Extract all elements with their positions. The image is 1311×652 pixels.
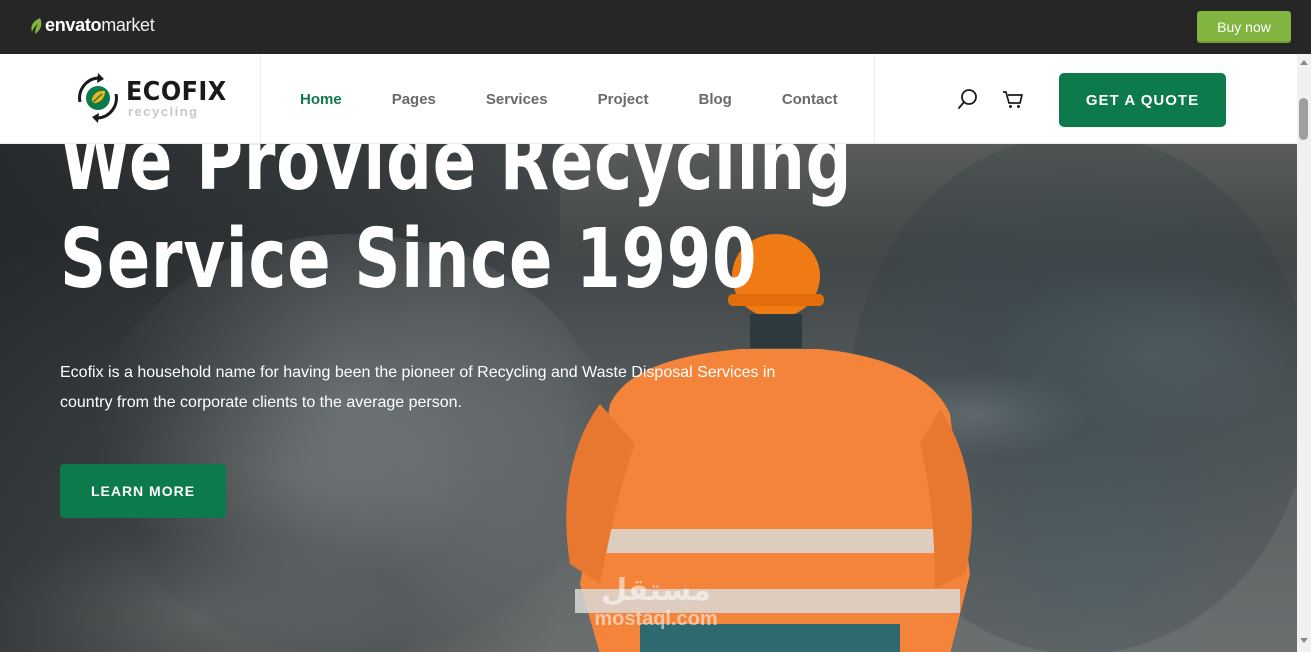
nav-services[interactable]: Services	[486, 91, 548, 108]
logo-name: ECOFIX	[126, 76, 227, 107]
scroll-up-arrow-icon[interactable]	[1300, 60, 1308, 65]
main-nav: Home Pages Services Project Blog Contact	[300, 54, 888, 144]
header-divider-left	[260, 54, 261, 144]
site-header: ECOFIX recycling Home Pages Services Pro…	[0, 54, 1297, 144]
hero-headline-line-2: Service Since 1990	[60, 212, 758, 307]
watermark-latin: mostaql.com	[594, 608, 718, 630]
site-preview: We Provide Recycling Service Since 1990 …	[0, 54, 1297, 652]
site-logo[interactable]: ECOFIX recycling	[77, 73, 235, 123]
mostaql-watermark: مستقل mostaql.com	[576, 573, 736, 631]
watermark-arabic: مستقل	[601, 573, 711, 608]
get-a-quote-button[interactable]: GET A QUOTE	[1059, 73, 1226, 127]
scroll-thumb[interactable]	[1299, 98, 1308, 140]
page-scrollbar[interactable]	[1297, 54, 1311, 652]
nav-pages[interactable]: Pages	[392, 91, 436, 108]
recycle-leaf-logo-icon	[78, 73, 118, 123]
envato-leaf-icon	[31, 17, 42, 34]
learn-more-button[interactable]: LEARN MORE	[60, 464, 226, 518]
hero-description: Ecofix is a household name for having be…	[60, 364, 776, 411]
envato-logo-brand: envato	[45, 15, 102, 35]
envato-logo-market: market	[101, 15, 155, 35]
nav-project[interactable]: Project	[598, 91, 649, 108]
nav-home[interactable]: Home	[300, 91, 342, 108]
envato-top-bar: envato market Buy now	[0, 0, 1311, 54]
nav-blog[interactable]: Blog	[698, 91, 731, 108]
header-divider-right	[874, 54, 875, 144]
nav-contact[interactable]: Contact	[782, 91, 838, 108]
search-icon[interactable]	[957, 88, 979, 110]
buy-now-button[interactable]: Buy now	[1197, 11, 1291, 43]
logo-tagline: recycling	[128, 103, 199, 119]
scroll-down-arrow-icon[interactable]	[1300, 638, 1308, 643]
envato-logo[interactable]: envato market	[29, 15, 155, 36]
cart-icon[interactable]	[1002, 88, 1024, 110]
